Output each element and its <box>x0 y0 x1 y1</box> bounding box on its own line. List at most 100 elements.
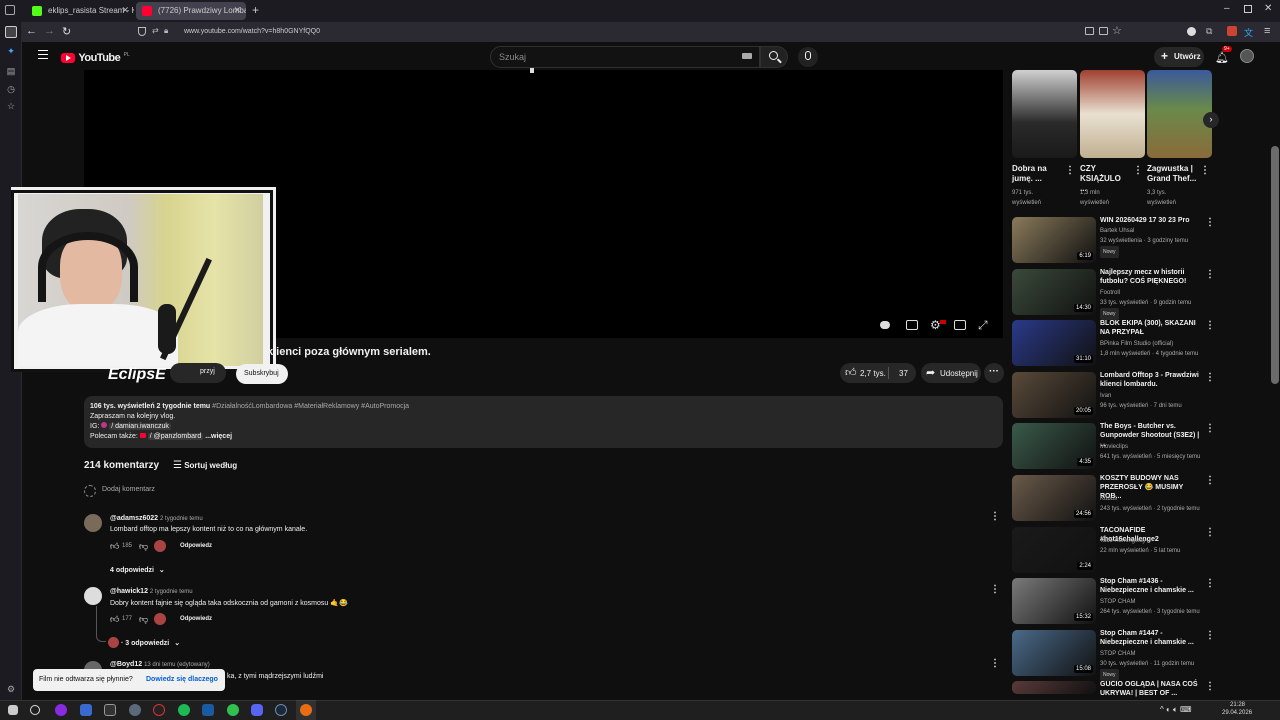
comment-time[interactable]: 13 dni temu (edytowany) <box>144 662 210 668</box>
subscribe-button[interactable]: Subskrybuj <box>236 364 288 384</box>
url-text[interactable]: www.youtube.com/watch?v=h8h0GNYfQQ0 <box>184 28 320 35</box>
short-thumbnail[interactable] <box>1012 70 1077 158</box>
recommendation-channel[interactable]: STOP CHAM <box>1100 597 1210 607</box>
comment-like-icon[interactable]: 👍︎ <box>110 614 119 625</box>
recommendation-channel[interactable]: Footroll <box>1100 288 1210 298</box>
window-close-icon[interactable]: ✕ <box>1264 3 1272 14</box>
recommendation-menu-icon[interactable]: ⋮ <box>1205 578 1215 589</box>
app-icon[interactable] <box>153 704 165 716</box>
comment-menu-icon[interactable]: ⋮ <box>990 584 1000 595</box>
translate-icon[interactable]: 文 <box>1244 26 1253 39</box>
app-icon[interactable] <box>129 704 141 716</box>
recommendation-thumbnail[interactable]: 4:35 <box>1012 423 1096 469</box>
extensions-icon[interactable]: ⧉ <box>1206 26 1212 37</box>
window-maximize-icon[interactable] <box>1244 5 1252 13</box>
app-icon[interactable] <box>202 704 214 716</box>
short-menu-icon[interactable]: ⋮ <box>1200 165 1210 176</box>
show-more-link[interactable]: ...więcej <box>205 433 232 440</box>
close-tab-icon[interactable]: ✕ <box>121 5 129 16</box>
join-button-partial[interactable]: przyj <box>170 363 226 383</box>
recommendation-menu-icon[interactable]: ⋮ <box>1205 372 1215 383</box>
short-thumbnail[interactable] <box>1080 70 1145 158</box>
comment-author[interactable]: @hawick12 <box>110 588 148 595</box>
comment-menu-icon[interactable]: ⋮ <box>990 658 1000 669</box>
comment-dislike-icon[interactable]: 👎︎ <box>139 614 148 625</box>
recommendation-menu-icon[interactable]: ⋮ <box>1205 423 1215 434</box>
comment-like-icon[interactable]: 👍︎ <box>110 541 119 552</box>
hashtags[interactable]: #DziałalnośćLombardowa #MateriałReklamow… <box>212 403 409 410</box>
browser-tab-youtube[interactable]: (7726) Prawdziwy Lombard Offi ✕ <box>136 2 246 20</box>
recommendation-menu-icon[interactable]: ⋮ <box>1205 475 1215 486</box>
spotify-icon[interactable] <box>178 704 190 716</box>
recommendation-channel[interactable]: Kubuś <box>1100 494 1210 504</box>
recommendation-menu-icon[interactable]: ⋮ <box>1205 217 1215 228</box>
app-icon[interactable] <box>104 704 116 716</box>
reply-button[interactable]: Odpowiedz <box>180 616 212 622</box>
comment-time[interactable]: 2 tygodnie temu <box>160 516 203 522</box>
hamburger-menu-icon[interactable] <box>38 50 48 59</box>
clock-date[interactable]: 29.04.2026 <box>1222 710 1252 716</box>
back-icon[interactable]: ← <box>26 25 37 37</box>
browser-tab-kick[interactable]: eklips_rasista Stream - Kick Das ✕ <box>26 2 134 20</box>
recommendation-channel[interactable]: Bartek Uhsal <box>1100 226 1210 236</box>
reader-view-icon[interactable] <box>1085 27 1094 35</box>
share-button[interactable]: ➦ Udostępnij <box>921 363 981 383</box>
recommendation-title[interactable]: WIN 20260429 17 30 23 Pro <box>1100 216 1204 225</box>
discord-icon[interactable] <box>251 704 263 716</box>
recommendation-channel[interactable]: Movieclips <box>1100 442 1210 452</box>
window-minimize-icon[interactable]: – <box>1224 3 1230 14</box>
keyboard-icon[interactable] <box>742 53 752 59</box>
replies-toggle[interactable]: 4 odpowiedzi ⌄ <box>110 566 165 574</box>
recommendation-thumbnail[interactable]: 14:30 <box>1012 269 1096 315</box>
fullscreen-icon[interactable]: ⤢ <box>978 318 988 333</box>
replies-toggle[interactable]: · 3 odpowiedzi ⌄ <box>121 639 180 647</box>
voice-search-button[interactable] <box>798 47 818 67</box>
youtube-logo[interactable]: YouTube PL <box>61 50 130 64</box>
history-icon[interactable]: ◷ <box>5 84 17 96</box>
short-thumbnail[interactable] <box>1147 70 1212 158</box>
recommendation-title[interactable]: Najlepszy mecz w historii futbolu? COŚ P… <box>1100 268 1204 286</box>
recommendation-thumbnail[interactable]: 15:08 <box>1012 630 1096 676</box>
dislike-count[interactable]: 37 <box>899 369 908 378</box>
notifications-bell-icon[interactable]: 🔔︎ <box>1215 51 1229 64</box>
screenshot-icon[interactable] <box>1099 27 1108 35</box>
shorts-next-button[interactable]: › <box>1203 112 1219 128</box>
add-comment-input[interactable]: Dodaj komentarz <box>102 486 155 493</box>
account-icon[interactable] <box>1187 27 1196 36</box>
comment-author[interactable]: @adamsz6022 <box>110 515 158 522</box>
comment-menu-icon[interactable]: ⋮ <box>990 511 1000 522</box>
recommendation-channel[interactable]: Ivan <box>1100 391 1210 401</box>
recommendation-menu-icon[interactable]: ⋮ <box>1205 320 1215 331</box>
bookmarks-icon[interactable]: ☆ <box>5 101 17 113</box>
toast-learn-more-link[interactable]: Dowiedz się dlaczego <box>146 676 218 683</box>
scrollbar-thumb[interactable] <box>1271 146 1279 384</box>
recommendation-channel[interactable]: BPinka Film Studio (official) <box>1100 339 1210 349</box>
recommendation-thumbnail[interactable]: 15:32 <box>1012 578 1096 624</box>
autoplay-toggle[interactable] <box>880 321 890 329</box>
sidebar-panel-icon[interactable] <box>5 26 17 38</box>
video-description[interactable]: 106 tys. wyświetleń 2 tygodnie temu #Dzi… <box>84 396 1003 448</box>
comment-avatar[interactable] <box>84 514 102 532</box>
recommendation-title[interactable]: Stop Cham #1447 - Niebezpieczne i chamsk… <box>1100 629 1204 647</box>
comment-avatar[interactable] <box>84 587 102 605</box>
tabs-icon[interactable]: ▤ <box>5 66 17 78</box>
recommendation-title[interactable]: Lombard Offtop 3 - Prawdziwi klienci lom… <box>1100 371 1204 389</box>
create-button[interactable]: + Utwórz <box>1154 47 1204 67</box>
windows-start-icon[interactable] <box>8 705 18 715</box>
clock-time[interactable]: 21:28 <box>1230 702 1245 708</box>
recommendation-thumbnail[interactable]: 20:05 <box>1012 372 1096 418</box>
shield-icon[interactable] <box>138 27 146 36</box>
addon-icon[interactable] <box>1227 26 1237 36</box>
settings-gear-icon[interactable]: ⚙ <box>5 684 17 696</box>
ai-chat-icon[interactable]: ✦ <box>5 46 17 58</box>
steam-icon[interactable] <box>275 704 287 716</box>
comment-time[interactable]: 2 tygodnie temu <box>150 589 193 595</box>
short-title[interactable]: Zagwustka | Grand Thef... <box>1147 164 1199 184</box>
recommendation-thumbnail[interactable] <box>1012 681 1096 694</box>
recommendation-thumbnail[interactable]: 31:10 <box>1012 320 1096 366</box>
miniplayer-icon[interactable] <box>954 320 966 330</box>
recommendation-menu-icon[interactable]: ⋮ <box>1205 269 1215 280</box>
recommendation-channel[interactable]: STOP CHAM <box>1100 649 1210 659</box>
comment-author[interactable]: @Boyd12 <box>110 661 142 668</box>
short-title[interactable]: Dobra na jumę. ... <box>1012 164 1062 184</box>
